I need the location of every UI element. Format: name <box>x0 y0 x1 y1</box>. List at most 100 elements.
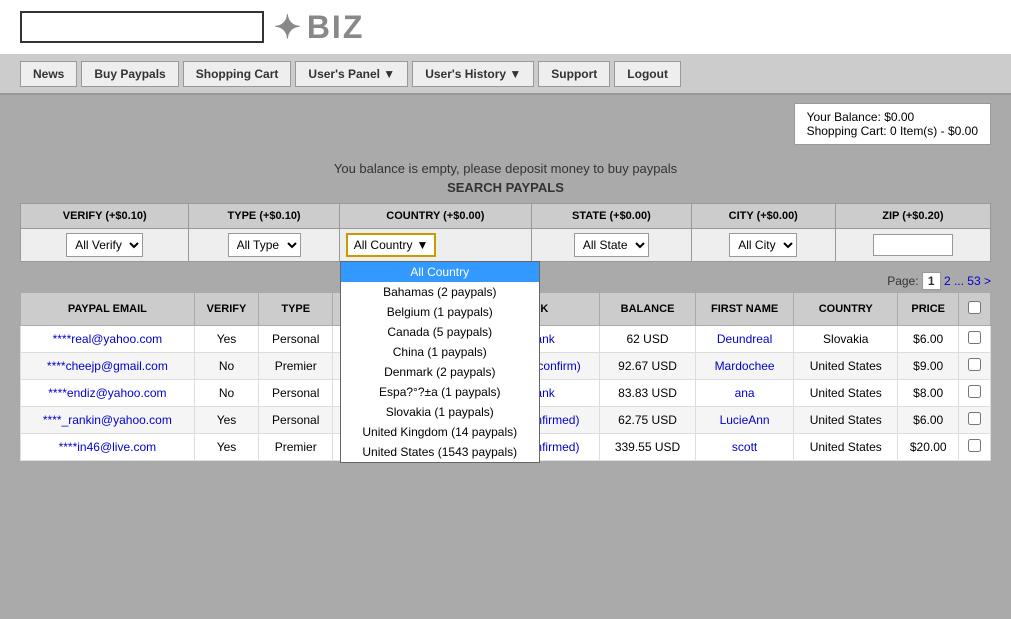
country-dropdown-button[interactable]: All Country ▼ <box>346 233 437 257</box>
zip-input[interactable] <box>873 234 953 256</box>
page-next-arrow[interactable]: > <box>984 274 991 288</box>
cell-email: ****_rankin@yahoo.com <box>21 407 195 434</box>
col-city: CITY (+$0.00) <box>691 204 835 229</box>
cell-verify: Yes <box>194 407 259 434</box>
state-cell: All State <box>531 229 691 262</box>
results-col-firstname: FIRST NAME <box>695 293 793 326</box>
type-cell: All Type <box>189 229 339 262</box>
balance-area: Your Balance: $0.00 Shopping Cart: 0 Ite… <box>0 95 1011 149</box>
nav-support[interactable]: Support <box>538 61 610 87</box>
logo-star: ✦ <box>274 8 303 46</box>
results-col-verify: VERIFY <box>194 293 259 326</box>
city-select[interactable]: All City <box>729 233 797 257</box>
cell-checkbox <box>959 380 991 407</box>
firstname-link[interactable]: scott <box>732 440 757 454</box>
cell-price: $6.00 <box>898 407 959 434</box>
cell-checkbox <box>959 326 991 353</box>
col-state: STATE (+$0.00) <box>531 204 691 229</box>
verify-select[interactable]: All Verify <box>66 233 143 257</box>
email-link[interactable]: ****_rankin@yahoo.com <box>43 413 172 427</box>
logo-text: BIZ <box>307 9 365 46</box>
country-dropdown-arrow: ▼ <box>416 238 428 252</box>
nav-news[interactable]: News <box>20 61 77 87</box>
cell-price: $6.00 <box>898 326 959 353</box>
select-all-checkbox[interactable] <box>968 301 981 314</box>
cell-balance: 339.55 USD <box>600 434 696 461</box>
cell-email: ****cheejp@gmail.com <box>21 353 195 380</box>
cell-price: $20.00 <box>898 434 959 461</box>
cell-verify: Yes <box>194 434 259 461</box>
email-link[interactable]: ****cheejp@gmail.com <box>47 359 168 373</box>
country-option-canada[interactable]: Canada (5 paypals) <box>341 322 539 342</box>
firstname-link[interactable]: Mardochee <box>715 359 775 373</box>
cell-verify: No <box>194 380 259 407</box>
results-col-email: PAYPAL EMAIL <box>21 293 195 326</box>
cell-type: Personal <box>259 380 333 407</box>
cell-email: ****endiz@yahoo.com <box>21 380 195 407</box>
country-cell: All Country ▼ All Country Bahamas (2 pay… <box>339 229 531 262</box>
cell-email: ****real@yahoo.com <box>21 326 195 353</box>
country-selected-label: All Country <box>354 238 413 252</box>
row-checkbox[interactable] <box>968 439 981 452</box>
logo: ✦BIZ <box>274 8 364 46</box>
cell-type: Premier <box>259 353 333 380</box>
page-current[interactable]: 1 <box>922 272 941 290</box>
balance-line1: Your Balance: $0.00 <box>807 110 978 124</box>
nav-users-history[interactable]: User's History ▼ <box>412 61 534 87</box>
header: ✦BIZ <box>0 0 1011 55</box>
cell-checkbox <box>959 434 991 461</box>
nav-shopping-cart[interactable]: Shopping Cart <box>183 61 292 87</box>
results-col-type: TYPE <box>259 293 333 326</box>
country-option-denmark[interactable]: Denmark (2 paypals) <box>341 362 539 382</box>
row-checkbox[interactable] <box>968 331 981 344</box>
search-filters-table: VERIFY (+$0.10) TYPE (+$0.10) COUNTRY (+… <box>20 203 991 262</box>
page-next[interactable]: 2 ... 53 <box>944 274 981 288</box>
results-col-balance: BALANCE <box>600 293 696 326</box>
col-type: TYPE (+$0.10) <box>189 204 339 229</box>
country-option-uk[interactable]: United Kingdom (14 paypals) <box>341 422 539 442</box>
cell-firstname: ana <box>695 380 793 407</box>
nav-buy-paypals[interactable]: Buy Paypals <box>81 61 178 87</box>
nav-logout[interactable]: Logout <box>614 61 681 87</box>
cell-verify: No <box>194 353 259 380</box>
cell-country: United States <box>794 353 898 380</box>
verify-cell: All Verify <box>21 229 189 262</box>
row-checkbox[interactable] <box>968 412 981 425</box>
logo-input[interactable] <box>62 19 222 35</box>
country-option-espana[interactable]: Espa?°?±a (1 paypals) <box>341 382 539 402</box>
nav-users-panel[interactable]: User's Panel ▼ <box>295 61 408 87</box>
email-link[interactable]: ****in46@live.com <box>59 440 157 454</box>
row-checkbox[interactable] <box>968 358 981 371</box>
content: You balance is empty, please deposit mon… <box>0 149 1011 467</box>
cell-verify: Yes <box>194 326 259 353</box>
cell-type: Personal <box>259 326 333 353</box>
results-col-country: COUNTRY <box>794 293 898 326</box>
cell-balance: 83.83 USD <box>600 380 696 407</box>
email-link[interactable]: ****real@yahoo.com <box>53 332 163 346</box>
col-zip: ZIP (+$0.20) <box>835 204 990 229</box>
cell-price: $8.00 <box>898 380 959 407</box>
cell-country: United States <box>794 380 898 407</box>
cell-firstname: LucieAnn <box>695 407 793 434</box>
firstname-link[interactable]: Deundreal <box>717 332 772 346</box>
firstname-link[interactable]: ana <box>735 386 755 400</box>
cell-email: ****in46@live.com <box>21 434 195 461</box>
zip-cell <box>835 229 990 262</box>
country-dropdown-list: All Country Bahamas (2 paypals) Belgium … <box>340 261 540 463</box>
cell-balance: 62 USD <box>600 326 696 353</box>
cell-firstname: Mardochee <box>695 353 793 380</box>
type-select[interactable]: All Type <box>228 233 301 257</box>
row-checkbox[interactable] <box>968 385 981 398</box>
firstname-link[interactable]: LucieAnn <box>720 413 770 427</box>
country-option-china[interactable]: China (1 paypals) <box>341 342 539 362</box>
country-option-bahamas[interactable]: Bahamas (2 paypals) <box>341 282 539 302</box>
country-option-us[interactable]: United States (1543 paypals) <box>341 442 539 462</box>
country-option-slovakia[interactable]: Slovakia (1 paypals) <box>341 402 539 422</box>
cell-checkbox <box>959 353 991 380</box>
email-link[interactable]: ****endiz@yahoo.com <box>48 386 166 400</box>
state-select[interactable]: All State <box>574 233 649 257</box>
cell-firstname: scott <box>695 434 793 461</box>
country-option-all[interactable]: All Country <box>341 262 539 282</box>
cell-type: Personal <box>259 407 333 434</box>
country-option-belgium[interactable]: Belgium (1 paypals) <box>341 302 539 322</box>
